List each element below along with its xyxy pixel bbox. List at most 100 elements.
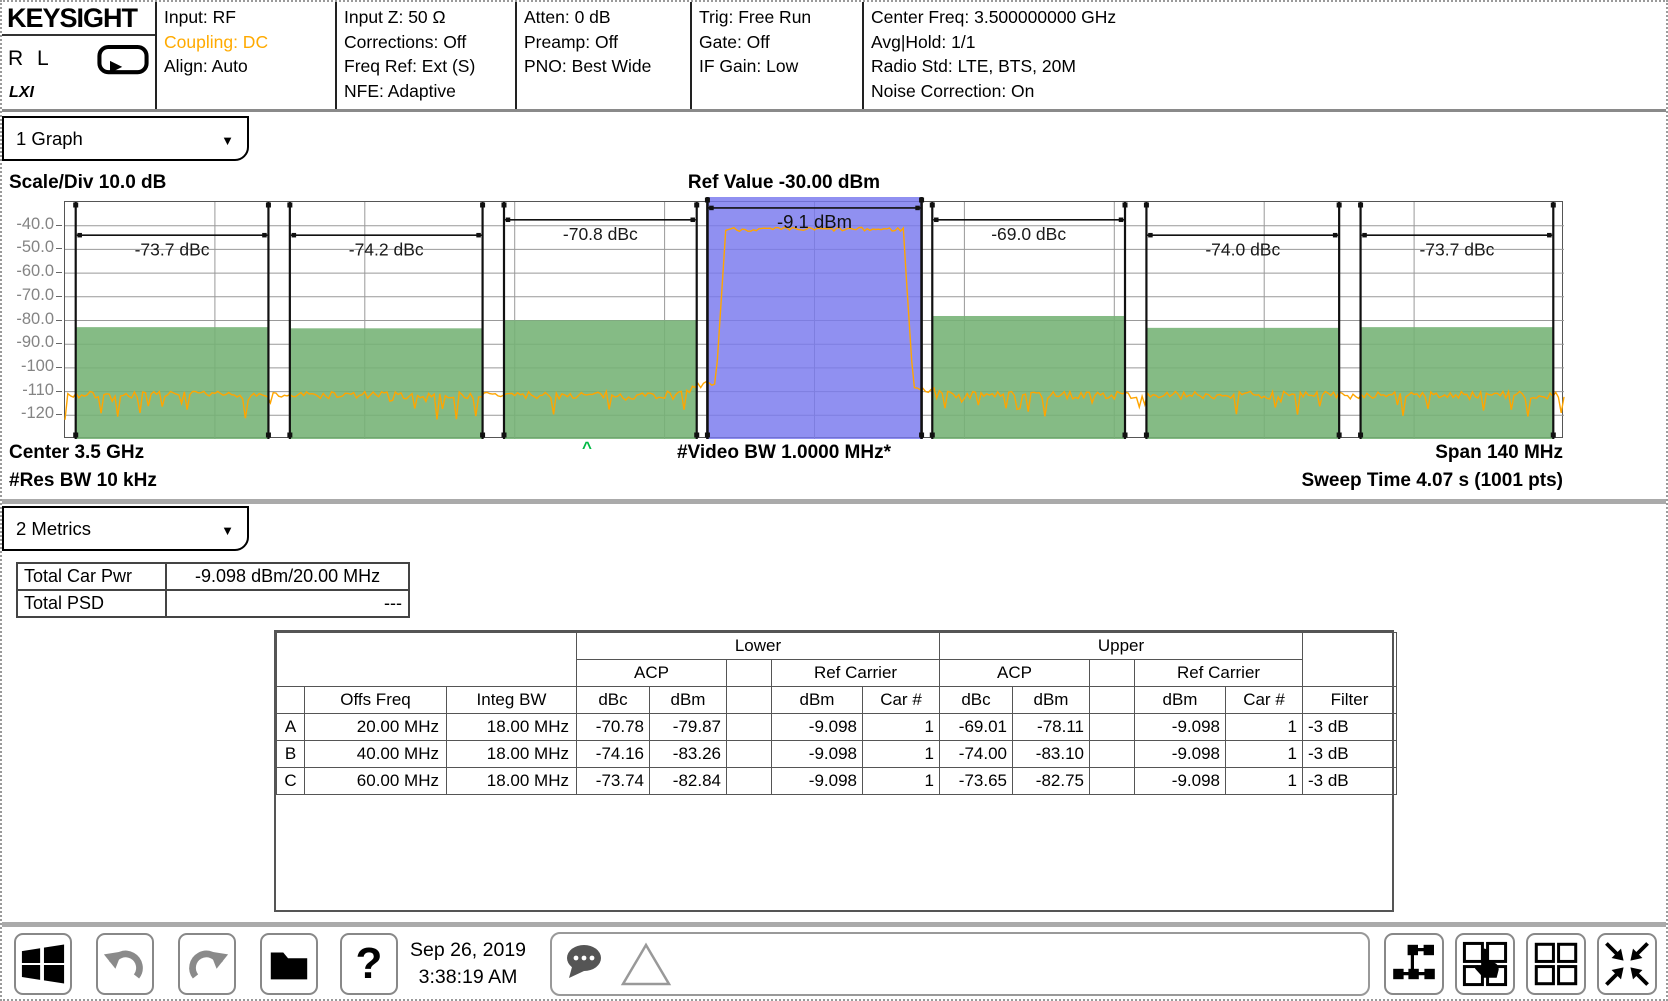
windows-start-button[interactable]: [14, 933, 72, 995]
col-header-car: Car #: [1226, 687, 1303, 714]
spacer-cell: [727, 687, 772, 714]
measurement-setup-button[interactable]: [1384, 933, 1444, 995]
col-header-dbm: dBm: [1013, 687, 1090, 714]
subheader-acp: ACP: [940, 660, 1090, 687]
group-header-lower: Lower: [577, 633, 940, 660]
svg-text:-74.0 dBc: -74.0 dBc: [1205, 239, 1280, 259]
y-axis-labels: -40.0-50.0-60.0-70.0-80.0-90.0-100-110-1…: [2, 201, 62, 438]
svg-text:-73.7 dBc: -73.7 dBc: [1419, 239, 1494, 259]
lower-dbc-value: -74.16: [577, 741, 650, 768]
lower-ref-dbm-value: -9.098: [772, 768, 863, 795]
setting-line: Input Z: 50 Ω: [344, 5, 511, 30]
undo-icon: [102, 941, 148, 987]
col-header-car: Car #: [863, 687, 940, 714]
y-tick-label: -100: [4, 357, 54, 376]
row-id: B: [277, 741, 305, 768]
spacer-cell: [1303, 633, 1397, 687]
lower-dbc-value: -70.78: [577, 714, 650, 741]
acp-results-table: Lower Upper ACP Ref Carrier ACP Ref Carr…: [276, 632, 1397, 795]
alert-triangle-icon: [620, 940, 672, 988]
table-row: Total PSD ---: [17, 590, 409, 617]
lxi-logo: LXI: [9, 81, 34, 106]
subheader-acp: ACP: [577, 660, 727, 687]
upper-ref-dbm-value: -9.098: [1135, 741, 1226, 768]
spectrum-plot[interactable]: -73.7 dBc-74.2 dBc-70.8 dBc-69.0 dBc-74.…: [64, 201, 1563, 438]
spacer-cell: [727, 660, 772, 687]
total-car-pwr-value: -9.098 dBm/20.00 MHz: [166, 563, 409, 590]
upper-dbm-value: -78.11: [1013, 714, 1090, 741]
setting-line: Freq Ref: Ext (S): [344, 54, 511, 79]
offs-freq-value: 60.00 MHz: [305, 768, 447, 795]
question-mark-icon: ?: [356, 942, 383, 986]
redo-button[interactable]: [178, 933, 236, 995]
setting-line: PNO: Best Wide: [524, 54, 686, 79]
analyzer-screen: KEYSIGHT R L LXI Input: RF Coupling: DC …: [0, 0, 1668, 1001]
lower-car-value: 1: [863, 768, 940, 795]
setting-line-highlight: Coupling: DC: [164, 30, 331, 55]
graph-tab-label: 1 Graph: [4, 128, 83, 150]
upper-ref-dbm-value: -9.098: [1135, 714, 1226, 741]
message-panel[interactable]: [550, 932, 1370, 996]
y-tick-mark: [56, 414, 62, 415]
offs-freq-value: 20.00 MHz: [305, 714, 447, 741]
setting-line: IF Gain: Low: [699, 54, 858, 79]
upper-dbm-value: -82.75: [1013, 768, 1090, 795]
integ-bw-value: 18.00 MHz: [447, 741, 577, 768]
y-tick-mark: [56, 320, 62, 321]
col-header-offs-freq: Offs Freq: [305, 687, 447, 714]
trigger-settings-cell[interactable]: Trig: Free Run Gate: Off IF Gain: Low: [692, 2, 864, 109]
col-header-filter: Filter: [1303, 687, 1397, 714]
integ-bw-value: 18.00 MHz: [447, 768, 577, 795]
touch-select-button[interactable]: [1455, 933, 1515, 995]
date-text: Sep 26, 2019: [394, 937, 542, 964]
input-settings-cell[interactable]: Input: RF Coupling: DC Align: Auto: [157, 2, 337, 109]
graph-pane: 1 Graph ▼ Scale/Div 10.0 dB Ref Value -3…: [2, 112, 1668, 499]
folder-icon: [266, 941, 312, 987]
setting-line: Noise Correction: On: [871, 79, 1664, 104]
spacer-cell: [277, 633, 577, 687]
col-header-dbc: dBc: [940, 687, 1013, 714]
spacer-cell: [1090, 714, 1135, 741]
sweep-time-label: Sweep Time 4.07 s (1001 pts): [64, 470, 1563, 492]
metrics-pane: 2 Metrics ▼ Total Car Pwr -9.098 dBm/20.…: [2, 504, 1668, 922]
svg-text:-73.7 dBc: -73.7 dBc: [135, 239, 210, 259]
message-bubble-icon[interactable]: [562, 940, 610, 988]
graph-view-dropdown[interactable]: 1 Graph ▼: [2, 116, 249, 161]
setting-line: Atten: 0 dB: [524, 5, 686, 30]
file-open-button[interactable]: [260, 933, 318, 995]
settings-header: KEYSIGHT R L LXI Input: RF Coupling: DC …: [2, 2, 1668, 112]
col-header-integ-bw: Integ BW: [447, 687, 577, 714]
filter-value: -3 dB: [1303, 714, 1397, 741]
offs-freq-value: 40.00 MHz: [305, 741, 447, 768]
window-grid-icon: [1532, 940, 1580, 988]
atten-settings-cell[interactable]: Atten: 0 dB Preamp: Off PNO: Best Wide: [517, 2, 692, 109]
table-row: Total Car Pwr -9.098 dBm/20.00 MHz: [17, 563, 409, 590]
y-tick-label: -70.0: [4, 286, 54, 305]
window-layout-button[interactable]: [1526, 933, 1586, 995]
lower-ref-dbm-value: -9.098: [772, 741, 863, 768]
keysight-logo: KEYSIGHT: [2, 2, 155, 36]
spacer-cell: [1090, 741, 1135, 768]
col-header-ref-dbm: dBm: [772, 687, 863, 714]
spacer-cell: [727, 714, 772, 741]
setting-line: Avg|Hold: 1/1: [871, 30, 1664, 55]
setting-line: Trig: Free Run: [699, 5, 858, 30]
y-tick-mark: [56, 248, 62, 249]
frequency-settings-cell[interactable]: Center Freq: 3.500000000 GHz Avg|Hold: 1…: [864, 2, 1668, 109]
spacer-cell: [1090, 687, 1135, 714]
spacer-cell: [727, 768, 772, 795]
impedance-settings-cell[interactable]: Input Z: 50 Ω Corrections: Off Freq Ref:…: [337, 2, 517, 109]
collapse-view-button[interactable]: [1597, 933, 1657, 995]
undo-button[interactable]: [96, 933, 154, 995]
upper-dbc-value: -69.01: [940, 714, 1013, 741]
metrics-view-dropdown[interactable]: 2 Metrics ▼: [2, 506, 249, 551]
chevron-down-icon: ▼: [221, 133, 234, 148]
lower-dbc-value: -73.74: [577, 768, 650, 795]
setting-line: Corrections: Off: [344, 30, 511, 55]
y-tick-mark: [56, 343, 62, 344]
span-label: Span 140 MHz: [64, 442, 1563, 464]
setting-line: NFE: Adaptive: [344, 79, 511, 104]
help-button[interactable]: ?: [340, 933, 398, 995]
col-header-dbm: dBm: [650, 687, 727, 714]
y-tick-label: -110: [4, 381, 54, 400]
